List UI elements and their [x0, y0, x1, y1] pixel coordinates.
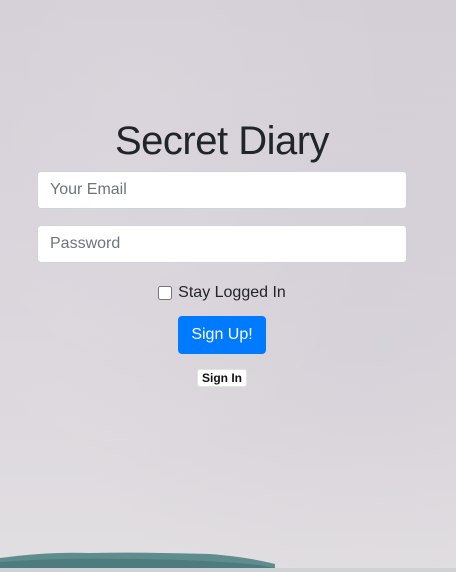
stay-logged-in-checkbox[interactable]	[158, 286, 173, 300]
email-input[interactable]	[37, 171, 407, 209]
password-input[interactable]	[37, 225, 407, 263]
page-title: Secret Diary	[114, 119, 330, 163]
shoreline-image	[0, 552, 456, 572]
signin-button[interactable]: Sign In	[197, 369, 247, 387]
stay-logged-in-row: Stay Logged In	[37, 282, 407, 304]
signup-form: Secret Diary Stay Logged In Sign Up! Sig…	[37, 118, 407, 387]
signin-wrapper: Sign In	[37, 369, 407, 387]
stay-logged-in-label[interactable]: Stay Logged In	[178, 284, 286, 302]
signup-button[interactable]: Sign Up!	[178, 316, 266, 354]
